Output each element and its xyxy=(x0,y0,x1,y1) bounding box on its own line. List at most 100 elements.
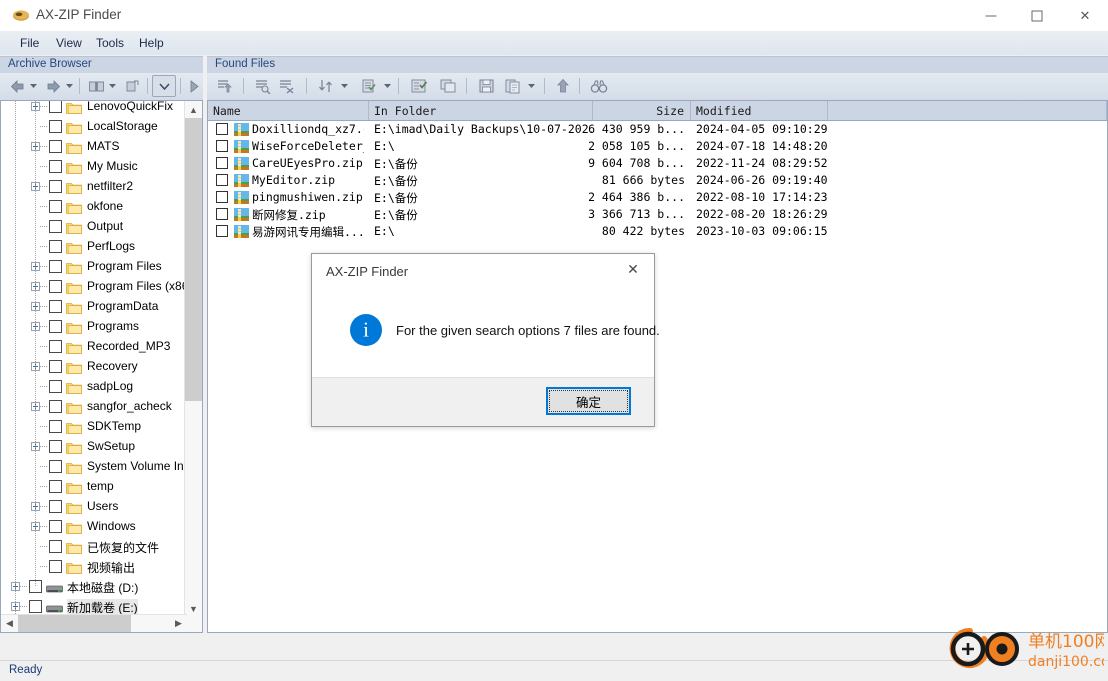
edit-options-button[interactable] xyxy=(357,75,381,97)
new-archive-button[interactable] xyxy=(121,75,143,97)
table-row[interactable]: 易游网讯专用编辑... E:\ 80 422 bytes 2023-10-03 09:… xyxy=(208,223,1107,240)
table-row[interactable]: pingmushiwen.zip E:\备份 2 464 386 b... 2022-… xyxy=(208,189,1107,206)
table-row[interactable]: CareUEyesPro.zip E:\备份 9 604 708 b... 2022-… xyxy=(208,155,1107,172)
tree-item-users[interactable]: Users xyxy=(1,497,187,517)
tree-item-checkbox[interactable] xyxy=(49,280,62,293)
tree-item-checkbox[interactable] xyxy=(49,180,62,193)
tree-item-checkbox[interactable] xyxy=(49,140,62,153)
table-row[interactable]: WiseForceDeleter_... E:\ 2 058 105 b... 202… xyxy=(208,138,1107,155)
tree-item-checkbox[interactable] xyxy=(49,120,62,133)
tree-item-lenovoquickfix[interactable]: LenovoQuickFix xyxy=(1,101,187,117)
tree-item-[interactable]: 视频输出 xyxy=(1,557,187,577)
tree-item-sdktemp[interactable]: SDKTemp xyxy=(1,417,187,437)
menu-file[interactable]: File xyxy=(14,35,45,51)
tree-item-netfilter2[interactable]: netfilter2 xyxy=(1,177,187,197)
upload-button[interactable] xyxy=(552,75,574,97)
menu-tools[interactable]: Tools xyxy=(90,35,130,51)
tree-item-programs[interactable]: Programs xyxy=(1,317,187,337)
tree-item-system-volume-inf[interactable]: System Volume Inf xyxy=(1,457,187,477)
tree-item-checkbox[interactable] xyxy=(49,480,62,493)
dialog-ok-button[interactable]: 确定 xyxy=(546,387,631,415)
tree-item-checkbox[interactable] xyxy=(49,240,62,253)
tree-item-checkbox[interactable] xyxy=(49,520,62,533)
table-row[interactable]: MyEditor.zip E:\备份 81 666 bytes 2024-06-26 … xyxy=(208,172,1107,189)
open-archive-button[interactable] xyxy=(85,75,107,97)
select-all-button[interactable] xyxy=(406,75,432,97)
tree-item-localstorage[interactable]: LocalStorage xyxy=(1,117,187,137)
tree-item-output[interactable]: Output xyxy=(1,217,187,237)
search-files-button[interactable] xyxy=(251,75,275,97)
tree-item-checkbox[interactable] xyxy=(49,360,62,373)
tree-viewport[interactable]: LenovoQuickFix LocalStorage MATS My Music ne… xyxy=(1,101,187,617)
tree-item-checkbox[interactable] xyxy=(49,560,62,573)
tree-item-d[interactable]: 本地磁盘 (D:) xyxy=(1,577,187,597)
sort-dropdown[interactable] xyxy=(338,75,350,97)
tree-item-sangfor-acheck[interactable]: sangfor_acheck xyxy=(1,397,187,417)
tree-item-programdata[interactable]: ProgramData xyxy=(1,297,187,317)
tree-vertical-scrollbar[interactable]: ▲ ▼ xyxy=(184,101,202,617)
run-button[interactable] xyxy=(186,75,202,97)
tree-item-checkbox[interactable] xyxy=(49,420,62,433)
copy-list-button[interactable] xyxy=(435,75,461,97)
tree-item-[interactable]: 已恢复的文件 xyxy=(1,537,187,557)
tree-item-checkbox[interactable] xyxy=(49,400,62,413)
tree-item-swsetup[interactable]: SwSetup xyxy=(1,437,187,457)
tree-item-checkbox[interactable] xyxy=(49,200,62,213)
export-dropdown[interactable] xyxy=(525,75,537,97)
forward-button[interactable] xyxy=(42,75,64,97)
tree-item-checkbox[interactable] xyxy=(49,340,62,353)
forward-dropdown[interactable] xyxy=(64,75,75,97)
tree-item-checkbox[interactable] xyxy=(49,101,62,113)
tree-item-temp[interactable]: temp xyxy=(1,477,187,497)
menu-help[interactable]: Help xyxy=(133,35,170,51)
tree-item-checkbox[interactable] xyxy=(29,600,42,613)
menu-view[interactable]: View xyxy=(50,35,88,51)
tree-item-checkbox[interactable] xyxy=(49,440,62,453)
row-checkbox[interactable] xyxy=(216,225,228,237)
tree-item-checkbox[interactable] xyxy=(49,500,62,513)
tree-item-windows[interactable]: Windows xyxy=(1,517,187,537)
save-button[interactable] xyxy=(474,75,498,97)
column-header-modified[interactable]: Modified xyxy=(691,101,828,120)
column-header-in-folder[interactable]: In Folder xyxy=(369,101,593,120)
back-button[interactable] xyxy=(6,75,28,97)
open-archive-dropdown[interactable] xyxy=(107,75,118,97)
close-button[interactable]: ✕ xyxy=(1062,0,1108,31)
tree-item-checkbox[interactable] xyxy=(49,220,62,233)
row-checkbox[interactable] xyxy=(216,191,228,203)
tree-item-mats[interactable]: MATS xyxy=(1,137,187,157)
tree-item-okfone[interactable]: okfone xyxy=(1,197,187,217)
tree-item-program-files[interactable]: Program Files xyxy=(1,257,187,277)
extract-button[interactable] xyxy=(213,75,237,97)
sort-button[interactable] xyxy=(314,75,338,97)
row-checkbox[interactable] xyxy=(216,157,228,169)
export-button[interactable] xyxy=(501,75,525,97)
tree-item-recorded-mp3[interactable]: Recorded_MP3 xyxy=(1,337,187,357)
clear-search-button[interactable] xyxy=(275,75,299,97)
back-dropdown[interactable] xyxy=(28,75,39,97)
table-row[interactable]: 断网修复.zip E:\备份 3 366 713 b... 2022-08-20 18… xyxy=(208,206,1107,223)
row-checkbox[interactable] xyxy=(216,208,228,220)
row-checkbox[interactable] xyxy=(216,123,228,135)
row-checkbox[interactable] xyxy=(216,140,228,152)
dialog-close-button[interactable]: ✕ xyxy=(612,254,654,284)
tree-item-checkbox[interactable] xyxy=(49,540,62,553)
tree-item-checkbox[interactable] xyxy=(49,160,62,173)
find-button[interactable] xyxy=(587,75,611,97)
tree-item-recovery[interactable]: Recovery xyxy=(1,357,187,377)
view-mode-button[interactable] xyxy=(152,75,176,97)
tree-item-checkbox[interactable] xyxy=(49,300,62,313)
column-header-size[interactable]: Size xyxy=(593,101,691,120)
scroll-left-icon[interactable]: ◀ xyxy=(1,615,18,632)
minimize-button[interactable] xyxy=(968,0,1014,31)
maximize-button[interactable] xyxy=(1014,0,1060,31)
tree-item-checkbox[interactable] xyxy=(49,260,62,273)
tree-item-sadplog[interactable]: sadpLog xyxy=(1,377,187,397)
tree-item-checkbox[interactable] xyxy=(49,380,62,393)
scroll-up-icon[interactable]: ▲ xyxy=(185,101,202,118)
column-header-blank[interactable] xyxy=(828,101,1107,120)
tree-item-checkbox[interactable] xyxy=(49,460,62,473)
edit-options-dropdown[interactable] xyxy=(381,75,393,97)
tree-horizontal-scrollbar[interactable]: ◀ ▶ xyxy=(1,614,187,632)
tree-item-checkbox[interactable] xyxy=(49,320,62,333)
